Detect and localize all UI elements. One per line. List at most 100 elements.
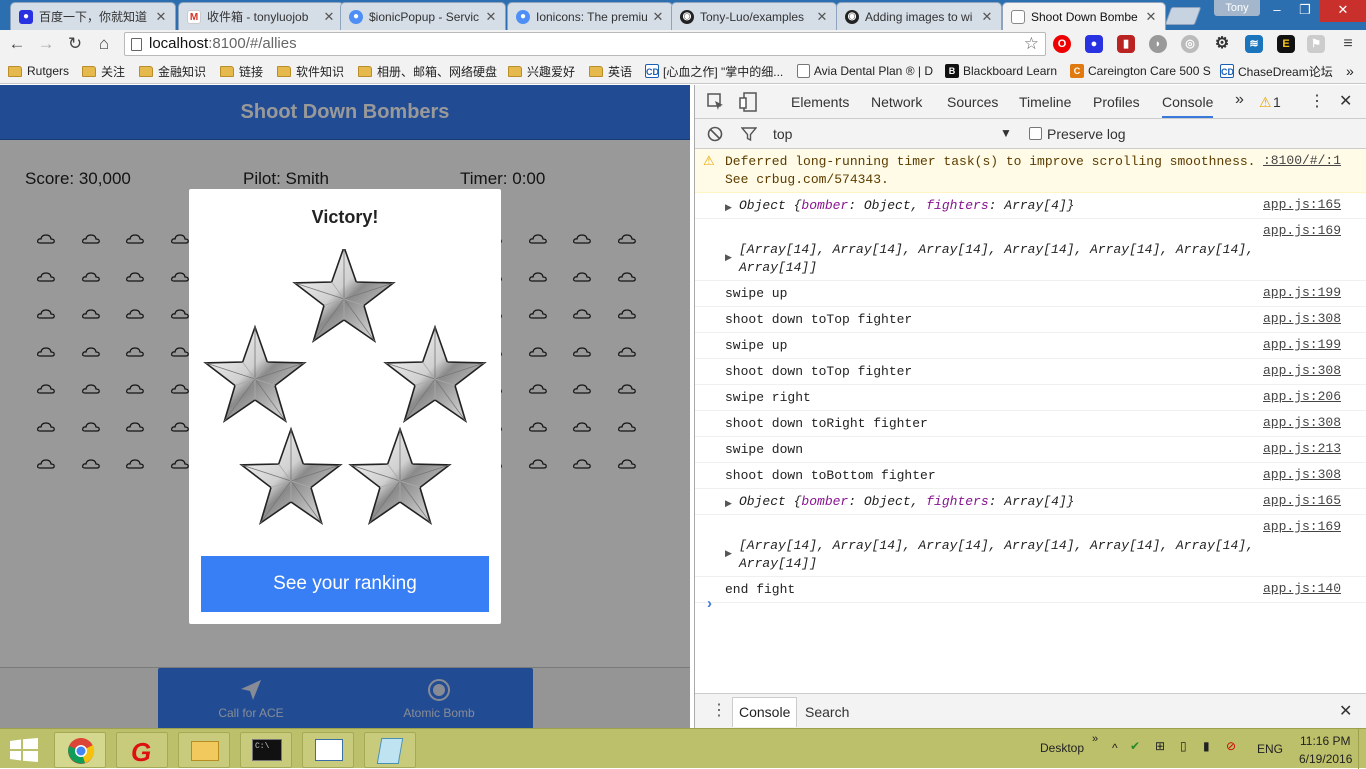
console-source-link[interactable]: app.js:199 [1263,284,1341,302]
evernote-extension-icon[interactable]: E [1277,35,1295,53]
tab-close-icon[interactable]: ✕ [323,9,335,25]
console-source-link[interactable]: app.js:308 [1263,466,1341,484]
menu-icon[interactable]: ≡ [1339,35,1357,53]
close-window-button[interactable]: ✕ [1320,0,1366,22]
tab-close-icon[interactable]: ✕ [816,9,828,25]
gear-extension-icon[interactable]: ⚙ [1213,35,1231,53]
taskbar-cmd[interactable]: C:\ [240,732,292,768]
devtools-close-icon[interactable]: ✕ [1339,91,1352,111]
tray-network-icon[interactable]: ▮ [1203,739,1210,753]
console-log-row[interactable]: ▶ [Array[14], Array[14], Array[14], Array… [695,515,1366,577]
taskbar-explorer[interactable] [178,732,230,768]
warning-count[interactable]: 1 [1273,94,1281,110]
bookmark-site[interactable]: C Careington Care 500 S [1070,62,1212,80]
minimize-button[interactable]: – [1262,0,1292,22]
tab-close-icon[interactable]: ✕ [652,9,664,25]
devtools-tab-elements[interactable]: Elements [791,94,849,110]
bookmark-site[interactable]: B Blackboard Learn [945,62,1057,80]
reload-icon[interactable]: ↻ [64,33,86,55]
tray-volume-muted-icon[interactable]: ⊘ [1226,739,1236,753]
bookmark-site[interactable]: CD [心血之作] "掌中的细... [645,62,785,80]
taskbar-app-red[interactable]: G [116,732,168,768]
console-prompt-icon[interactable]: › [707,595,712,612]
taskbar-notepad[interactable] [364,732,416,768]
bookmark-folder[interactable]: 金融知识 [139,62,206,80]
bookmark-folder[interactable]: Rutgers [8,62,69,80]
expand-triangle-icon[interactable]: ▶ [725,249,732,267]
bookmark-star-icon[interactable]: ☆ [1024,33,1039,55]
chat-extension-icon[interactable]: ◗ [1149,35,1167,53]
maximize-button[interactable]: ❐ [1290,0,1320,22]
devtools-menu-icon[interactable]: ⋮ [1309,91,1325,111]
baidu-extension-icon[interactable]: ● [1085,35,1103,53]
bookmark-folder[interactable]: 英语 [589,62,632,80]
tab-close-icon[interactable]: ✕ [485,9,497,25]
bookmarks-overflow-icon[interactable]: » [1346,62,1354,80]
console-source-link[interactable]: app.js:165 [1263,492,1341,510]
preserve-log-checkbox[interactable] [1029,127,1042,140]
console-source-link[interactable]: app.js:206 [1263,388,1341,406]
devtools-tab-network[interactable]: Network [871,94,922,110]
console-source-link[interactable]: app.js:199 [1263,336,1341,354]
tab-baidu[interactable]: ● 百度一下，你就知道 ✕ [10,2,176,30]
expand-triangle-icon[interactable]: ▶ [725,545,732,563]
drawer-tab-console[interactable]: Console [732,697,798,727]
devtools-tab-timeline[interactable]: Timeline [1019,94,1071,110]
console-source-link[interactable]: app.js:169 [1263,222,1341,240]
devtools-tab-profiles[interactable]: Profiles [1093,94,1140,110]
console-log-row[interactable]: ▶ Object {bomber: Object, fighters: Array… [695,489,1366,515]
warning-icon[interactable]: ⚠ [1259,94,1272,111]
new-tab-button[interactable] [1164,7,1202,25]
console-source-link[interactable]: app.js:213 [1263,440,1341,458]
bookmark-folder[interactable]: 兴趣爱好 [508,62,575,80]
taskbar-document[interactable] [302,732,354,768]
console-source-link[interactable]: app.js:165 [1263,196,1341,214]
console-source-link[interactable]: app.js:308 [1263,362,1341,380]
flag-extension-icon[interactable]: ⚑ [1307,35,1325,53]
drawer-tab-search[interactable]: Search [805,704,849,720]
bookmark-folder[interactable]: 链接 [220,62,263,80]
book-extension-icon[interactable]: ▮ [1117,35,1135,53]
wave-extension-icon[interactable]: ≋ [1245,35,1263,53]
inspect-element-icon[interactable] [707,93,725,111]
taskbar-chrome[interactable] [54,732,106,768]
filter-icon[interactable] [741,126,757,142]
show-desktop-button[interactable] [1358,729,1366,769]
show-hidden-icons[interactable]: ^ [1112,741,1118,755]
device-mode-icon[interactable] [739,92,757,112]
console-source-link[interactable]: :8100/#/:1 [1263,152,1341,170]
desktop-toolbar-label[interactable]: Desktop [1040,741,1084,755]
circle-extension-icon[interactable]: ◎ [1181,35,1199,53]
console-log-row[interactable]: ▶ Object {bomber: Object, fighters: Array… [695,193,1366,219]
bookmark-site[interactable]: CD ChaseDream论坛 [1220,62,1333,80]
console-source-link[interactable]: app.js:308 [1263,414,1341,432]
address-bar[interactable]: localhost:8100/#/allies ☆ [124,32,1046,56]
clock-date[interactable]: 6/19/2016 [1299,752,1352,766]
tray-device-icon[interactable]: ▯ [1180,739,1187,753]
forward-icon[interactable]: → [35,33,57,55]
console-source-link[interactable]: app.js:169 [1263,518,1341,536]
home-icon[interactable]: ⌂ [93,33,115,55]
console-source-link[interactable]: app.js:140 [1263,580,1341,598]
bookmark-folder[interactable]: 软件知识 [277,62,344,80]
opera-extension-icon[interactable]: O [1053,35,1071,53]
tab-close-icon[interactable]: ✕ [155,9,167,25]
drawer-close-icon[interactable]: ✕ [1339,701,1352,721]
console-source-link[interactable]: app.js:308 [1263,310,1341,328]
bookmark-site[interactable]: Avia Dental Plan ® | D [797,62,933,80]
more-tabs-icon[interactable]: » [1235,91,1244,109]
context-dropdown-icon[interactable]: ▼ [1000,126,1012,140]
input-language[interactable]: ENG [1257,742,1283,756]
see-ranking-button[interactable]: See your ranking [201,556,489,612]
tab-gmail[interactable]: M 收件箱 - tonyluojob ✕ [178,2,344,30]
tab-close-icon[interactable]: ✕ [1145,9,1157,25]
drawer-menu-icon[interactable]: ⋮ [711,700,727,720]
bookmark-folder[interactable]: 关注 [82,62,125,80]
profile-button[interactable]: Tony [1214,0,1260,16]
tab-github-images[interactable]: ◉ Adding images to wi ✕ [836,2,1002,30]
clear-console-icon[interactable] [707,126,723,142]
devtools-tab-sources[interactable]: Sources [947,94,998,110]
tab-ionicons[interactable]: ● Ionicons: The premiu ✕ [507,2,673,30]
windows-start-icon[interactable] [10,738,38,762]
tab-shoot-down-bombers[interactable]: Shoot Down Bombe ✕ [1002,2,1166,30]
